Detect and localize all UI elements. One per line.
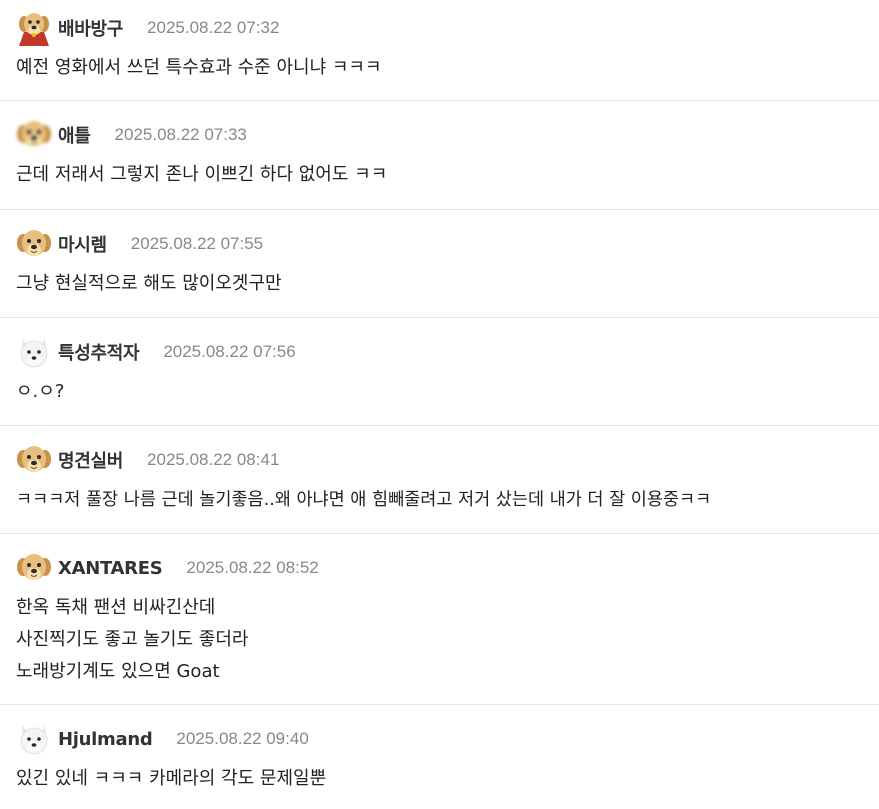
comment-item: 배바방구 2025.08.22 07:32 예전 영화에서 쓰던 특수효과 수준…	[0, 0, 879, 101]
comment-text: 있긴 있네 ㅋㅋㅋ 카메라의 각도 문제일뿐	[16, 759, 863, 809]
puppy-blurred-avatar-icon[interactable]	[16, 117, 52, 153]
white-dog-avatar-icon[interactable]	[16, 334, 52, 370]
white-dog-avatar-icon[interactable]	[16, 721, 52, 757]
comment-item: 명견실버 2025.08.22 08:41 ㅋㅋㅋ저 풀장 나름 근데 놀기좋음…	[0, 426, 879, 534]
comment-header: Hjulmand 2025.08.22 09:40	[16, 719, 863, 759]
comment-timestamp: 2025.08.22 08:41	[147, 450, 280, 469]
author-nickname[interactable]: Hjulmand	[58, 729, 153, 750]
comment-text: ㅋㅋㅋ저 풀장 나름 근데 놀기좋음..왜 아냐면 애 힘빼줄려고 저거 샀는데…	[16, 480, 863, 530]
comment-item: XANTARES 2025.08.22 08:52 한옥 독채 팬션 비싸긴산데…	[0, 534, 879, 705]
comment-line: ㅇ.ㅇ?	[16, 381, 65, 402]
comment-timestamp: 2025.08.22 07:32	[147, 18, 280, 37]
comment-text: 한옥 독채 팬션 비싸긴산데 사진찍기도 좋고 놀기도 좋더라 노래방기계도 있…	[16, 588, 863, 702]
comment-timestamp: 2025.08.22 08:52	[186, 558, 319, 577]
comment-line: ㅋㅋㅋ저 풀장 나름 근데 놀기좋음..왜 아냐면 애 힘빼줄려고 저거 샀는데…	[16, 490, 712, 510]
author-nickname[interactable]: 특성추적자	[58, 339, 140, 365]
comment-list: 배바방구 2025.08.22 07:32 예전 영화에서 쓰던 특수효과 수준…	[0, 0, 879, 809]
puppy-avatar-icon[interactable]	[16, 550, 52, 586]
comment-line: 예전 영화에서 쓰던 특수효과 수준 아니냐 ㅋㅋㅋ	[16, 57, 382, 78]
comment-line: 있긴 있네 ㅋㅋㅋ 카메라의 각도 문제일뿐	[16, 768, 327, 789]
author-nickname[interactable]: 마시렘	[58, 231, 107, 257]
author-nickname[interactable]: XANTARES	[58, 558, 163, 579]
comment-line: 노래방기계도 있으면 Goat	[16, 661, 220, 682]
comment-line: 한옥 독채 팬션 비싸긴산데	[16, 597, 216, 618]
comment-line: 사진찍기도 좋고 놀기도 좋더라	[16, 629, 249, 650]
comment-header: 배바방구 2025.08.22 07:32	[16, 8, 863, 48]
comment-text: ㅇ.ㅇ?	[16, 372, 863, 422]
comment-item: 마시렘 2025.08.22 07:55 그냥 현실적으로 해도 많이오겟구만	[0, 210, 879, 318]
comment-item: 애틀 2025.08.22 07:33 근데 저래서 그렇지 존나 이쁘긴 하다…	[0, 101, 879, 210]
comment-timestamp: 2025.08.22 09:40	[176, 729, 309, 748]
comment-header: 특성추적자 2025.08.22 07:56	[16, 332, 863, 372]
comment-item: 특성추적자 2025.08.22 07:56 ㅇ.ㅇ?	[0, 318, 879, 426]
comment-header: 애틀 2025.08.22 07:33	[16, 115, 863, 155]
puppy-avatar-icon[interactable]	[16, 442, 52, 478]
comment-text: 그냥 현실적으로 해도 많이오겟구만	[16, 264, 863, 314]
comment-text: 예전 영화에서 쓰던 특수효과 수준 아니냐 ㅋㅋㅋ	[16, 48, 863, 98]
comment-header: 명견실버 2025.08.22 08:41	[16, 440, 863, 480]
comment-timestamp: 2025.08.22 07:33	[114, 125, 247, 144]
comment-text: 근데 저래서 그렇지 존나 이쁘긴 하다 없어도 ㅋㅋ	[16, 155, 863, 205]
comment-item: Hjulmand 2025.08.22 09:40 있긴 있네 ㅋㅋㅋ 카메라의…	[0, 705, 879, 809]
comment-timestamp: 2025.08.22 07:55	[130, 234, 264, 253]
comment-header: 마시렘 2025.08.22 07:55	[16, 224, 863, 264]
puppy-cape-avatar-icon[interactable]	[16, 10, 52, 46]
comment-line: 그냥 현실적으로 해도 많이오겟구만	[16, 273, 282, 294]
author-nickname[interactable]: 애틀	[58, 122, 91, 148]
comment-header: XANTARES 2025.08.22 08:52	[16, 548, 863, 588]
comment-timestamp: 2025.08.22 07:56	[163, 342, 296, 361]
puppy-avatar-icon[interactable]	[16, 226, 52, 262]
author-nickname[interactable]: 명견실버	[58, 447, 123, 473]
comment-line: 근데 저래서 그렇지 존나 이쁘긴 하다 없어도 ㅋㅋ	[16, 164, 388, 185]
author-nickname[interactable]: 배바방구	[58, 15, 123, 41]
